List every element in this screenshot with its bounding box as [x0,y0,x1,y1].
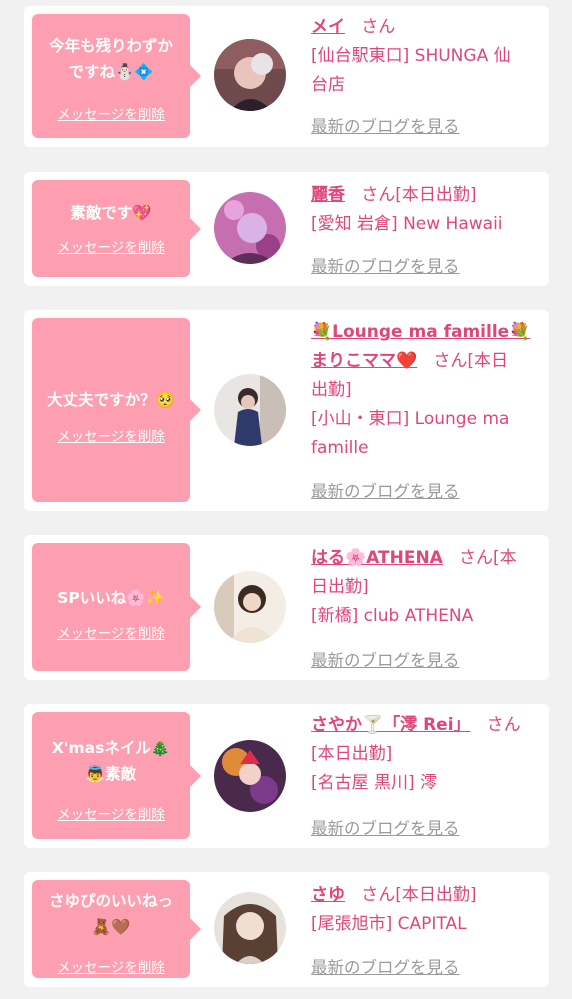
message-text: X'masネイル🎄 👼素敵 [32,735,190,787]
shop-info: 出勤] [311,380,352,400]
avatar[interactable] [214,374,286,446]
message-text: 素敵です💖 [32,200,190,226]
shop-info: 日出勤] [311,577,369,597]
latest-blog-link[interactable]: 最新のブログを見る [311,253,460,277]
message-line: ですね☃️💠 [68,63,154,81]
message-bubble: 今年も残りわずか ですね☃️💠 メッセージを削除 [32,14,201,138]
delete-message-link[interactable]: メッセージを削除 [32,803,190,823]
message-bubble: X'masネイル🎄 👼素敵 メッセージを削除 [32,712,201,839]
message-card: 大丈夫ですか？🥺 メッセージを削除 💐Lounge ma famille💐 まり… [24,310,549,511]
message-line: 大丈夫ですか？🥺 [47,391,175,409]
message-line: 👼素敵 [85,765,137,783]
latest-blog-link[interactable]: 最新のブログを見る [311,113,460,137]
honorific: さん[本日出勤] [361,885,477,905]
message-line: 今年も残りわずか [48,37,173,55]
girl-info: さやか🍸「澪 Rei」 さん [本日出勤] [名古屋 黒川] 澪 [311,711,541,798]
honorific: さん [486,715,521,735]
girl-name-link[interactable]: はる🌸ATHENA [311,548,443,568]
shop-info: [尾張旭市] CAPITAL [311,914,467,934]
avatar-photo [214,192,286,264]
avatar[interactable] [214,192,286,264]
girl-name-link[interactable]: さやか🍸「澪 Rei」 [311,715,471,735]
honorific: さん[本日 [433,351,509,371]
shop-info: [名古屋 黒川] 澪 [311,773,438,793]
message-card: X'masネイル🎄 👼素敵 メッセージを削除 さやか🍸「澪 Rei」 さん [本… [24,704,549,848]
message-list: 今年も残りわずか ですね☃️💠 メッセージを削除 メイ さん [仙台駅東口] S… [0,0,572,999]
message-card: さゆぴのいいねっ 🧸🤎 メッセージを削除 さゆ さん[本日出勤] [尾張旭市] … [24,872,549,987]
message-text: 大丈夫ですか？🥺 [32,387,190,413]
delete-message-link[interactable]: メッセージを削除 [32,236,190,256]
honorific: さん[本日出勤] [361,185,477,205]
avatar-photo [214,740,286,812]
message-bubble: SPいいね🌸✨ メッセージを削除 [32,543,201,671]
message-line: 素敵です💖 [70,204,152,222]
girl-info: 💐Lounge ma famille💐 まりこママ❤️ さん[本日 出勤] [小… [311,318,541,463]
shop-info: [本日出勤] [311,744,393,764]
honorific: さん [361,17,396,37]
girl-name-link[interactable]: さゆ [311,885,345,905]
avatar-photo [214,39,286,111]
message-card: SPいいね🌸✨ メッセージを削除 はる🌸ATHENA さん[本 日出勤] [新橋… [24,535,549,680]
message-text: SPいいね🌸✨ [32,585,190,611]
honorific: さん[本 [459,548,517,568]
delete-message-link[interactable]: メッセージを削除 [32,425,190,445]
message-card: 素敵です💖 メッセージを削除 麗香 さん[本日出勤] [愛知 岩倉] New H… [24,172,549,286]
girl-info: メイ さん [仙台駅東口] SHUNGA 仙 台店 [311,13,541,100]
avatar-photo [214,892,286,964]
latest-blog-link[interactable]: 最新のブログを見る [311,647,460,671]
message-line: SPいいね🌸✨ [57,589,165,607]
message-card: 今年も残りわずか ですね☃️💠 メッセージを削除 メイ さん [仙台駅東口] S… [24,6,549,147]
message-bubble: 大丈夫ですか？🥺 メッセージを削除 [32,318,201,502]
delete-message-link[interactable]: メッセージを削除 [32,622,190,642]
delete-message-link[interactable]: メッセージを削除 [32,103,190,123]
avatar[interactable] [214,740,286,812]
shop-info: [小山・東口] Lounge ma [311,409,510,429]
girl-info: はる🌸ATHENA さん[本 日出勤] [新橋] club ATHENA [311,544,541,631]
shop-info: [仙台駅東口] SHUNGA 仙 [311,46,511,66]
shop-name-link[interactable]: 💐Lounge ma famille💐 [311,322,530,342]
shop-info: 台店 [311,75,345,95]
shop-info: famille [311,438,369,458]
shop-info: [新橋] club ATHENA [311,606,474,626]
avatar[interactable] [214,39,286,111]
message-line: 🧸🤎 [91,918,131,936]
avatar-photo [214,374,286,446]
latest-blog-link[interactable]: 最新のブログを見る [311,815,460,839]
message-bubble: さゆぴのいいねっ 🧸🤎 メッセージを削除 [32,880,201,978]
girl-name-link[interactable]: まりこママ❤️ [311,351,417,371]
message-line: X'masネイル🎄 [51,739,171,757]
message-bubble: 素敵です💖 メッセージを削除 [32,180,201,277]
message-text: さゆぴのいいねっ 🧸🤎 [32,888,190,940]
girl-info: 麗香 さん[本日出勤] [愛知 岩倉] New Hawaii [311,181,541,239]
avatar[interactable] [214,571,286,643]
message-text: 今年も残りわずか ですね☃️💠 [32,33,190,85]
latest-blog-link[interactable]: 最新のブログを見る [311,478,460,502]
message-line: さゆぴのいいねっ [48,892,173,910]
shop-info: [愛知 岩倉] New Hawaii [311,214,503,234]
latest-blog-link[interactable]: 最新のブログを見る [311,954,460,978]
delete-message-link[interactable]: メッセージを削除 [32,956,190,976]
girl-info: さゆ さん[本日出勤] [尾張旭市] CAPITAL [311,881,541,939]
avatar-photo [214,571,286,643]
girl-name-link[interactable]: メイ [311,17,345,37]
avatar[interactable] [214,892,286,964]
girl-name-link[interactable]: 麗香 [311,185,345,205]
